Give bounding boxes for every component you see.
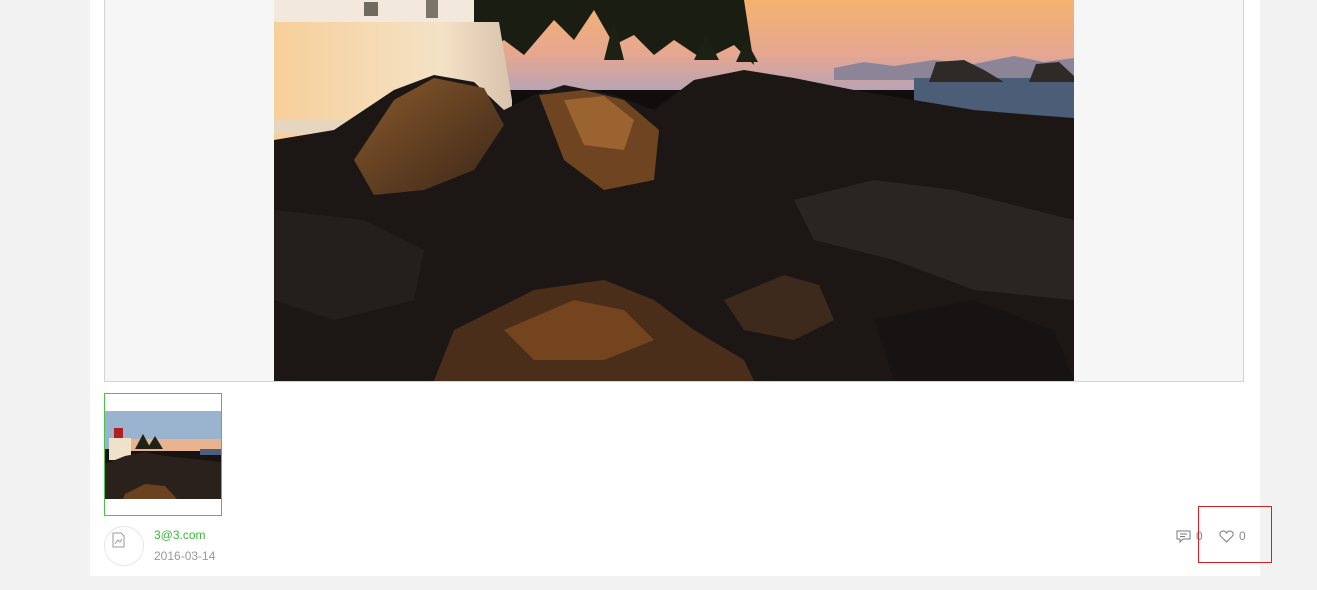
avatar[interactable] [104,526,144,566]
thumbnail-image[interactable] [104,393,222,516]
like-button[interactable]: 0 [1219,528,1246,544]
heart-icon [1219,530,1234,543]
author-link[interactable]: 3@3.com [154,528,206,542]
comment-count-button[interactable]: 0 [1176,528,1203,544]
image-viewer [104,0,1244,382]
broken-image-icon [112,532,125,548]
comment-icon [1176,530,1191,543]
main-photo[interactable] [274,0,1074,381]
comment-count: 0 [1196,529,1203,543]
like-count: 0 [1239,529,1246,543]
post-date: 2016-03-14 [154,549,216,563]
